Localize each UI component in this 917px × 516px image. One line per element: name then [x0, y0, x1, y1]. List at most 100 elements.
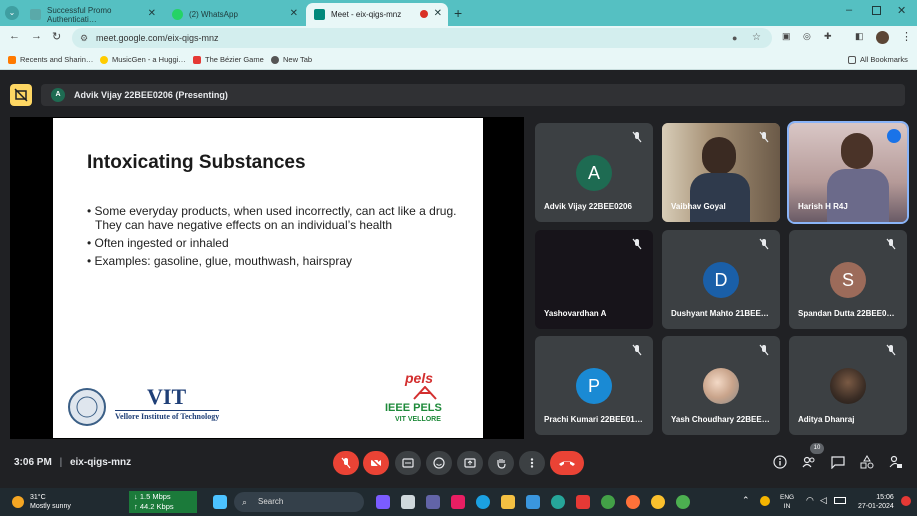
participant-tile[interactable]: P Prachi Kumari 22BEE01… [535, 336, 653, 435]
file-explorer-icon[interactable] [501, 495, 515, 509]
taskbar-search[interactable]: ⌕ Search [234, 492, 364, 512]
activities-button[interactable] [860, 455, 876, 471]
present-button[interactable] [457, 451, 483, 475]
bookmark-item[interactable]: New Tab [271, 55, 312, 64]
mic-off-icon [886, 344, 896, 356]
meeting-info: 3:06 PM | eix-qigs-mnz [14, 457, 131, 468]
chat-button[interactable] [831, 455, 847, 471]
microphone-icon[interactable]: ● [732, 28, 737, 48]
search-placeholder: Search [258, 497, 284, 506]
slide-bullets: • Some everyday products, when used inco… [87, 204, 467, 272]
maximize-icon[interactable] [872, 6, 881, 15]
mic-off-icon [759, 344, 769, 356]
app-icon[interactable] [451, 495, 465, 509]
raise-hand-button[interactable] [488, 451, 514, 475]
windows-start-icon[interactable] [213, 495, 227, 509]
teams-icon[interactable] [426, 495, 440, 509]
task-view-icon[interactable] [401, 495, 415, 509]
profile-avatar[interactable] [876, 31, 889, 44]
participant-tile[interactable]: Yash Choudhary 22BEE… [662, 336, 780, 435]
site-info-icon[interactable]: ⚙ [80, 28, 88, 48]
bookmark-item[interactable]: The Bézier Game [193, 55, 264, 64]
participant-tile-speaking[interactable]: Harish H R4J [787, 121, 909, 224]
participant-tile[interactable]: D Dushyant Mahto 21BEE… [662, 230, 780, 329]
chrome-icon[interactable] [651, 495, 665, 509]
new-tab-icon[interactable]: + [454, 5, 462, 21]
speaking-indicator-icon [887, 129, 901, 143]
participant-avatar: S [830, 262, 866, 298]
app-icon[interactable] [576, 495, 590, 509]
all-bookmarks[interactable]: All Bookmarks [848, 55, 908, 64]
weather-condition: Mostly sunny [30, 503, 71, 510]
hang-up-icon [559, 461, 575, 466]
emoji-button[interactable] [426, 451, 452, 475]
tab-whatsapp[interactable]: (2) WhatsApp ✕ [164, 3, 304, 26]
participant-tile[interactable]: Aditya Dhanraj [789, 336, 907, 435]
participant-video-body [827, 169, 889, 222]
language-indicator[interactable]: ENG IN [780, 493, 794, 511]
reload-icon[interactable]: ↻ [52, 30, 61, 43]
tray-app-icon[interactable] [760, 496, 770, 506]
bookmark-icon [8, 55, 16, 64]
leave-call-button[interactable] [550, 451, 584, 475]
camera-off-icon [370, 457, 382, 469]
close-tab-icon[interactable]: ✕ [148, 8, 156, 19]
forward-icon[interactable]: → [31, 30, 42, 42]
people-button[interactable]: 10 [802, 443, 824, 471]
tray-chevron-icon[interactable]: ⌃ [742, 495, 750, 506]
app-icon[interactable] [601, 495, 615, 509]
notification-icon[interactable] [901, 496, 911, 506]
bookmark-icon [100, 55, 108, 64]
participant-avatar: D [703, 262, 739, 298]
participant-tile[interactable]: Yashovardhan A [535, 230, 653, 329]
bookmark-item[interactable]: MusicGen - a Huggi… [100, 55, 186, 64]
mic-off-icon [759, 238, 769, 250]
more-options-button[interactable] [519, 451, 545, 475]
mic-off-icon [632, 344, 642, 356]
address-bar[interactable]: ⚙ meet.google.com/eix-qigs-mnz ● ☆ [72, 28, 772, 48]
store-icon[interactable] [526, 495, 540, 509]
presenter-label: Advik Vijay 22BEE0206 (Presenting) [74, 90, 228, 100]
presentation-icon[interactable] [10, 84, 32, 106]
tab-search-icon[interactable]: ⌄ [5, 6, 19, 20]
extension-icon[interactable]: ▣ [782, 31, 791, 42]
participant-tile[interactable]: A Advik Vijay 22BEE0206 [535, 123, 653, 222]
back-icon[interactable]: ← [9, 30, 20, 42]
volume-icon[interactable]: ◁ [820, 495, 827, 506]
chrome-active-icon[interactable] [676, 495, 690, 509]
participant-tile[interactable]: Vaibhav Goyal [662, 123, 780, 222]
battery-icon[interactable] [834, 497, 846, 504]
host-controls-button[interactable] [889, 455, 905, 471]
wifi-icon[interactable]: ◠ [806, 495, 814, 506]
participant-name: Harish H R4J [798, 202, 848, 211]
menu-icon[interactable]: ⋮ [901, 30, 912, 43]
firefox-icon[interactable] [626, 495, 640, 509]
bookmark-item[interactable]: Recents and Sharin… [8, 55, 93, 64]
close-tab-icon[interactable]: ✕ [290, 8, 298, 19]
meet-favicon-icon [314, 9, 325, 20]
camera-toggle-button[interactable] [363, 451, 389, 475]
pels-main-text: IEEE PELS [385, 402, 442, 414]
mic-off-icon [759, 131, 769, 143]
meeting-details-button[interactable] [773, 455, 789, 471]
slide-title: Intoxicating Substances [87, 152, 306, 173]
participant-tile[interactable]: S Spandan Dutta 22BEE0… [789, 230, 907, 329]
windows-taskbar: 31°C Mostly sunny ↓ 1.5 Mbps ↑ 44.2 Kbps… [0, 488, 917, 516]
bookmark-star-icon[interactable]: ☆ [752, 28, 761, 48]
app-icon[interactable] [551, 495, 565, 509]
close-tab-icon[interactable]: ✕ [434, 8, 442, 19]
minimize-icon[interactable]: – [846, 4, 852, 16]
extension-icon[interactable]: ◎ [803, 31, 811, 42]
close-window-icon[interactable]: ✕ [897, 4, 906, 17]
system-clock[interactable]: 15:06 27-01-2024 [858, 493, 894, 511]
mic-toggle-button[interactable] [333, 451, 359, 475]
tab-meet[interactable]: Meet - eix-qigs-mnz ✕ [306, 3, 448, 26]
weather-widget[interactable]: 31°C Mostly sunny [30, 493, 71, 511]
edge-icon[interactable] [476, 495, 490, 509]
extensions-puzzle-icon[interactable]: ✚ [824, 31, 832, 42]
tab-promo[interactable]: Successful Promo Authenticati… ✕ [22, 3, 162, 26]
side-panel-icon[interactable]: ◧ [855, 31, 864, 42]
app-icon[interactable] [376, 495, 390, 509]
captions-button[interactable] [395, 451, 421, 475]
raise-hand-icon [497, 459, 506, 469]
